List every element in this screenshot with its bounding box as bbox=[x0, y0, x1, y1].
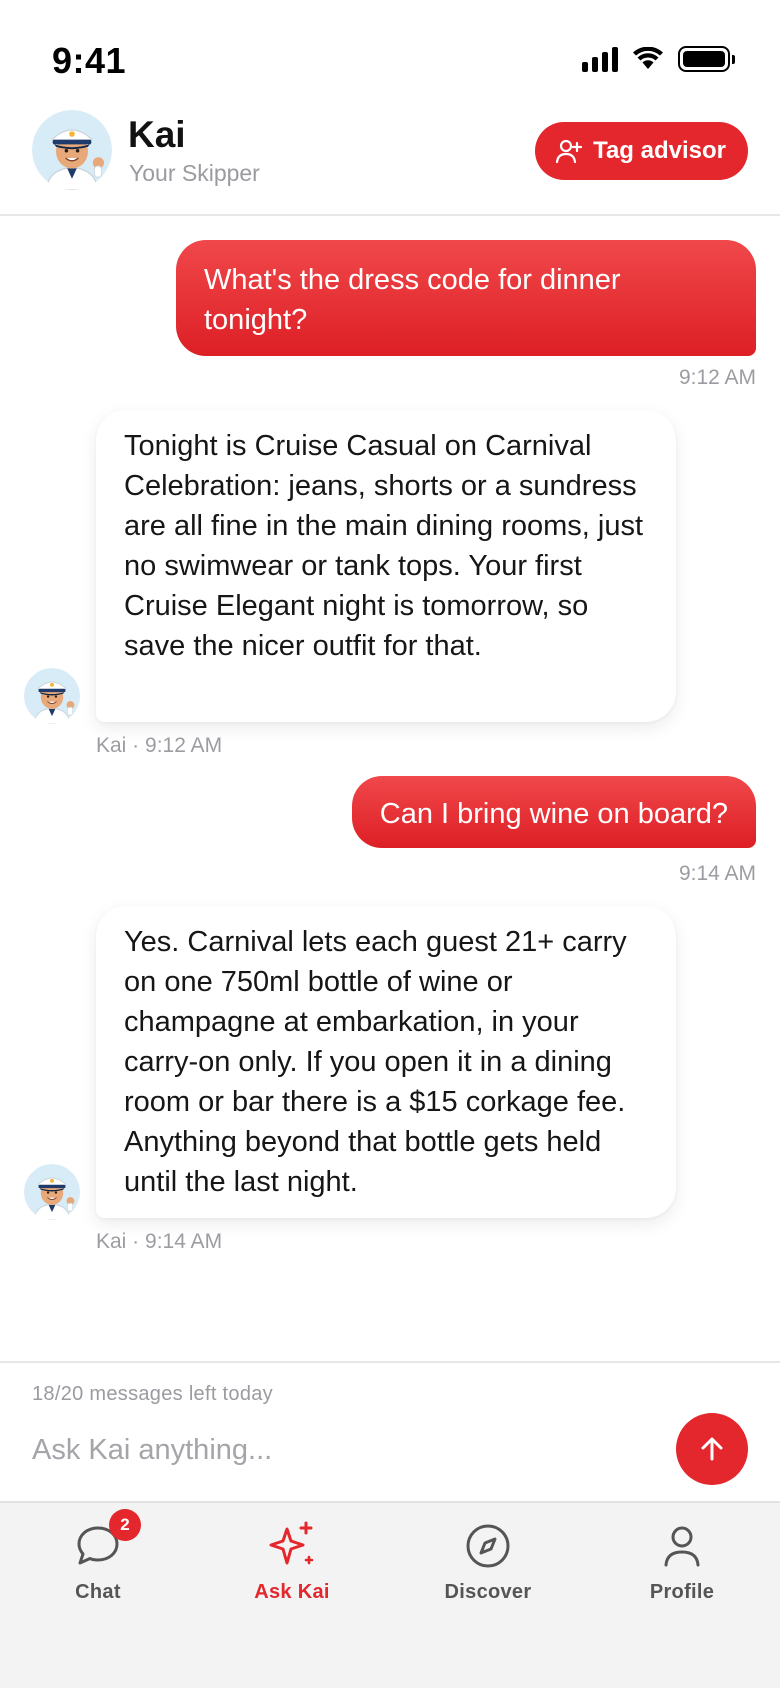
tab-label: Discover bbox=[444, 1581, 532, 1603]
status-bar: 9:41 bbox=[0, 0, 780, 110]
status-time: 9:41 bbox=[52, 40, 127, 81]
tab-chat[interactable]: 2 Chat bbox=[8, 1509, 188, 1617]
message-quota: 18/20 messages left today bbox=[32, 1383, 273, 1405]
kai-avatar-small bbox=[24, 668, 80, 724]
tab-label: Profile bbox=[649, 1581, 715, 1603]
tab-label: Ask Kai bbox=[254, 1581, 330, 1603]
message-input[interactable] bbox=[32, 1425, 652, 1475]
assistant-name: Kai bbox=[128, 114, 186, 155]
send-button[interactable] bbox=[676, 1413, 748, 1485]
tag-advisor-button[interactable]: Tag advisor bbox=[535, 122, 748, 180]
status-icons bbox=[582, 46, 735, 72]
battery-icon bbox=[678, 46, 735, 72]
tab-profile[interactable]: Profile bbox=[592, 1517, 772, 1617]
chat-thread[interactable]: What's the dress code for dinner tonight… bbox=[0, 218, 780, 1360]
assistant-subtitle: Your Skipper bbox=[129, 160, 260, 186]
user-message: Can I bring wine on board? bbox=[351, 776, 756, 848]
message-meta: Kai · 9:14 AM bbox=[96, 1230, 223, 1253]
kai-avatar[interactable] bbox=[32, 110, 112, 190]
chat-header: Kai Your Skipper Tag advisor bbox=[0, 104, 780, 216]
message-timestamp: 9:12 AM bbox=[678, 366, 756, 389]
compass-icon bbox=[466, 1524, 510, 1568]
arrow-up-icon bbox=[701, 1437, 723, 1461]
unread-badge: 2 bbox=[109, 1509, 141, 1541]
sparkle-icon bbox=[269, 1521, 314, 1565]
message-timestamp: 9:14 AM bbox=[678, 862, 756, 885]
add-person-icon bbox=[555, 139, 583, 164]
tag-advisor-label: Tag advisor bbox=[593, 137, 726, 164]
assistant-message: Tonight is Cruise Casual on Carnival Cel… bbox=[96, 410, 676, 722]
cellular-signal-icon bbox=[582, 46, 618, 72]
tab-label: Chat bbox=[75, 1581, 121, 1603]
wifi-icon bbox=[633, 47, 663, 69]
kai-avatar-small bbox=[24, 1164, 80, 1220]
message-meta: Kai · 9:12 AM bbox=[96, 734, 223, 757]
tab-ask-kai[interactable]: Ask Kai bbox=[202, 1517, 382, 1617]
tab-discover[interactable]: Discover bbox=[398, 1517, 578, 1617]
person-icon bbox=[664, 1526, 700, 1567]
assistant-message: Yes. Carnival lets each guest 21+ carry … bbox=[96, 906, 676, 1218]
message-composer: 18/20 messages left today bbox=[0, 1361, 780, 1501]
tab-bar: 2 Chat Ask Kai Discover Profile bbox=[0, 1501, 780, 1688]
user-message: What's the dress code for dinner tonight… bbox=[176, 240, 756, 356]
